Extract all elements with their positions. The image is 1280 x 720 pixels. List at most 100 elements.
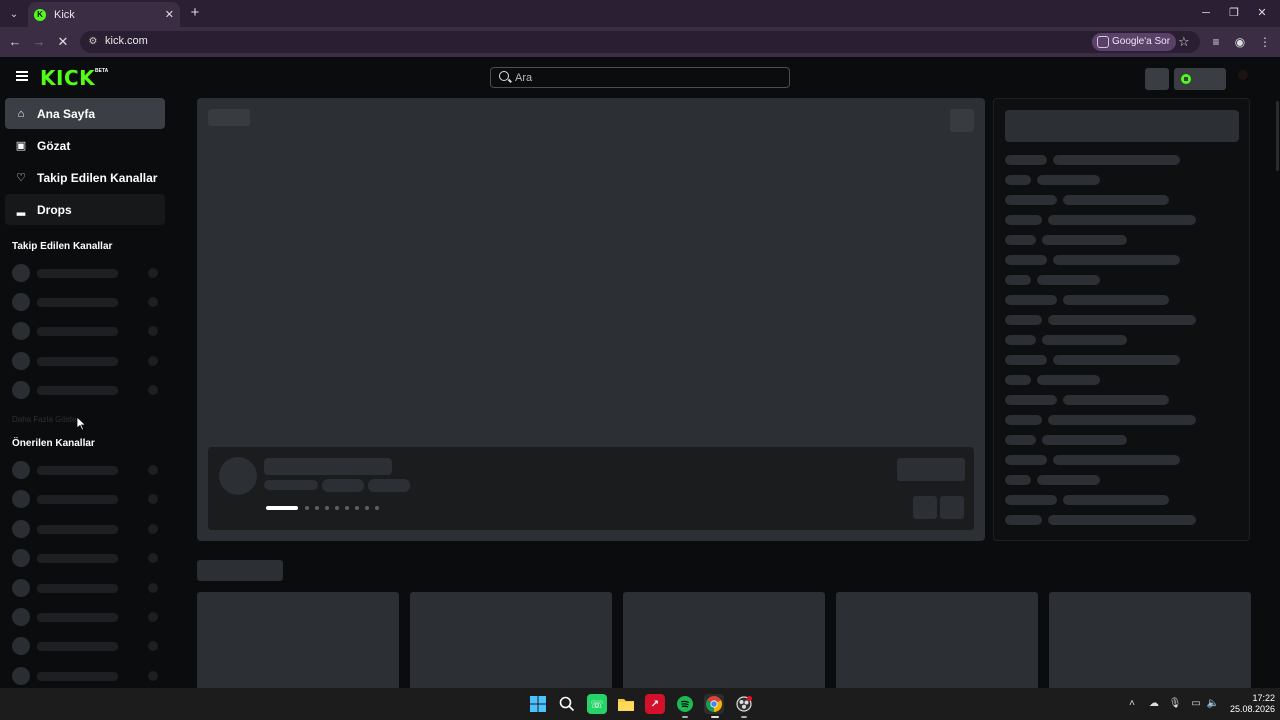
back-icon[interactable]: ← bbox=[6, 33, 24, 51]
restore-icon[interactable]: ❐ bbox=[1224, 4, 1244, 22]
sidebar-item-drops[interactable]: ▂ Drops bbox=[5, 194, 165, 225]
windows-taskbar: ☏ ↗ ˄ ☁ 🎙 ▭ 🔈 17:22 25.08.2026 bbox=[0, 688, 1280, 720]
windows-start-icon[interactable] bbox=[528, 694, 548, 714]
list-item[interactable] bbox=[12, 549, 162, 567]
chrome-icon[interactable] bbox=[704, 694, 724, 714]
header-skeleton-login[interactable] bbox=[1174, 68, 1226, 90]
live-badge-skeleton bbox=[208, 109, 250, 126]
carousel-dot[interactable] bbox=[345, 506, 349, 510]
search-input[interactable] bbox=[515, 70, 775, 86]
watch-button-skeleton[interactable] bbox=[897, 458, 965, 481]
sidebar-item-following[interactable]: ♡ Takip Edilen Kanallar bbox=[5, 162, 165, 193]
list-item[interactable] bbox=[12, 608, 162, 626]
address-bar[interactable]: ⚙ kick.com Google'a Sor ☆ bbox=[80, 31, 1200, 53]
bookmark-star-icon[interactable]: ☆ bbox=[1178, 34, 1190, 50]
tab-close-icon[interactable]: ✕ bbox=[165, 8, 174, 21]
new-tab-icon[interactable]: + bbox=[186, 4, 204, 22]
tray-overflow-icon[interactable]: ˄ bbox=[1125, 697, 1139, 711]
featured-info-card bbox=[208, 447, 974, 530]
skeleton-bar bbox=[37, 495, 118, 504]
list-item[interactable] bbox=[12, 520, 162, 538]
onedrive-icon[interactable]: ☁ bbox=[1147, 697, 1161, 711]
list-item[interactable] bbox=[12, 637, 162, 655]
list-item[interactable] bbox=[12, 667, 162, 685]
search-box[interactable] bbox=[490, 67, 790, 88]
carousel-prev-skeleton[interactable] bbox=[913, 496, 937, 519]
skeleton-bar bbox=[37, 466, 118, 475]
browser-menu-icon[interactable]: ⋮ bbox=[1256, 33, 1274, 51]
list-item[interactable] bbox=[12, 322, 162, 340]
stream-card-skeleton[interactable] bbox=[836, 592, 1038, 688]
list-item[interactable] bbox=[12, 264, 162, 282]
skeleton-bar bbox=[37, 672, 118, 681]
skeleton-dot bbox=[148, 326, 158, 336]
skeleton-bar bbox=[37, 613, 118, 622]
file-explorer-icon[interactable] bbox=[616, 694, 636, 714]
spotify-icon[interactable] bbox=[675, 694, 695, 714]
taskbar-clock[interactable]: 17:22 25.08.2026 bbox=[1225, 693, 1275, 715]
avatar bbox=[12, 667, 30, 685]
stop-loading-icon[interactable]: ✕ bbox=[54, 33, 72, 51]
sidebar-item-home[interactable]: ⌂ Ana Sayfa bbox=[5, 98, 165, 129]
profile-avatar-icon[interactable]: ◉ bbox=[1231, 33, 1249, 51]
header-skeleton-avatar bbox=[1238, 70, 1248, 80]
skeleton-bar bbox=[37, 357, 118, 366]
avatar bbox=[12, 520, 30, 538]
microphone-icon[interactable]: 🎙 bbox=[1168, 697, 1182, 711]
window-close-icon[interactable]: ✕ bbox=[1252, 4, 1272, 22]
scroll-thumb[interactable] bbox=[1276, 101, 1279, 171]
carousel-dot[interactable] bbox=[365, 506, 369, 510]
stream-card-skeleton[interactable] bbox=[410, 592, 612, 688]
carousel-dot[interactable] bbox=[375, 506, 379, 510]
show-more-link[interactable]: Daha Fazla Göster bbox=[12, 415, 79, 424]
stream-card-skeleton[interactable] bbox=[623, 592, 825, 688]
obs-studio-icon[interactable] bbox=[734, 694, 754, 714]
list-item[interactable] bbox=[12, 490, 162, 508]
carousel-dot[interactable] bbox=[315, 506, 319, 510]
tab-title: Kick bbox=[54, 8, 75, 21]
avatar bbox=[12, 637, 30, 655]
tab-search-icon[interactable]: ⌄ bbox=[4, 4, 24, 24]
sidebar-item-label: Drops bbox=[37, 202, 72, 217]
carousel-next-skeleton[interactable] bbox=[940, 496, 964, 519]
site-info-icon[interactable]: ⚙ bbox=[86, 35, 100, 49]
minimize-icon[interactable]: ─ bbox=[1196, 4, 1216, 22]
list-item[interactable] bbox=[12, 381, 162, 399]
header-skeleton-button[interactable] bbox=[1145, 68, 1169, 90]
clock-time: 17:22 bbox=[1252, 693, 1275, 703]
page-scrollbar[interactable] bbox=[1274, 97, 1280, 688]
hamburger-menu-icon[interactable] bbox=[16, 71, 28, 81]
list-item[interactable] bbox=[12, 461, 162, 479]
skeleton-dot bbox=[148, 524, 158, 534]
kick-logo[interactable]: KICK bbox=[40, 66, 95, 90]
volume-icon[interactable]: 🔈 bbox=[1206, 697, 1220, 711]
carousel-dot[interactable] bbox=[325, 506, 329, 510]
avatar bbox=[12, 549, 30, 567]
list-item[interactable] bbox=[12, 352, 162, 370]
carousel-dot[interactable] bbox=[335, 506, 339, 510]
lens-icon bbox=[1097, 36, 1109, 48]
media-queue-icon[interactable]: ≡ bbox=[1207, 33, 1225, 51]
kick-page: KICK BETA ⌂ Ana Sayfa ▣ Gözat ♡ Takip Ed… bbox=[0, 57, 1280, 688]
url-text[interactable]: kick.com bbox=[105, 35, 148, 47]
browser-tab[interactable]: K Kick ✕ bbox=[28, 2, 180, 27]
carousel-dot[interactable] bbox=[305, 506, 309, 510]
network-icon[interactable]: ▭ bbox=[1189, 697, 1203, 711]
whatsapp-icon[interactable]: ☏ bbox=[587, 694, 607, 714]
google-ask-label: Google'a Sor bbox=[1112, 36, 1171, 47]
amd-software-icon[interactable]: ↗ bbox=[645, 694, 665, 714]
featured-stream-skeleton[interactable] bbox=[197, 98, 985, 541]
stream-card-skeleton[interactable] bbox=[1049, 592, 1251, 688]
sidebar-item-browse[interactable]: ▣ Gözat bbox=[5, 130, 165, 161]
main-content bbox=[197, 98, 1280, 688]
taskbar-search-icon[interactable] bbox=[557, 694, 577, 714]
forward-icon[interactable]: → bbox=[30, 33, 48, 51]
hero-button-skeleton[interactable] bbox=[950, 109, 974, 132]
carousel-dot-active[interactable] bbox=[266, 506, 298, 510]
stream-card-skeleton[interactable] bbox=[197, 592, 399, 688]
skeleton-bar bbox=[37, 327, 118, 336]
carousel-dot[interactable] bbox=[355, 506, 359, 510]
google-ask-button[interactable]: Google'a Sor bbox=[1092, 33, 1177, 51]
list-item[interactable] bbox=[12, 293, 162, 311]
list-item[interactable] bbox=[12, 579, 162, 597]
